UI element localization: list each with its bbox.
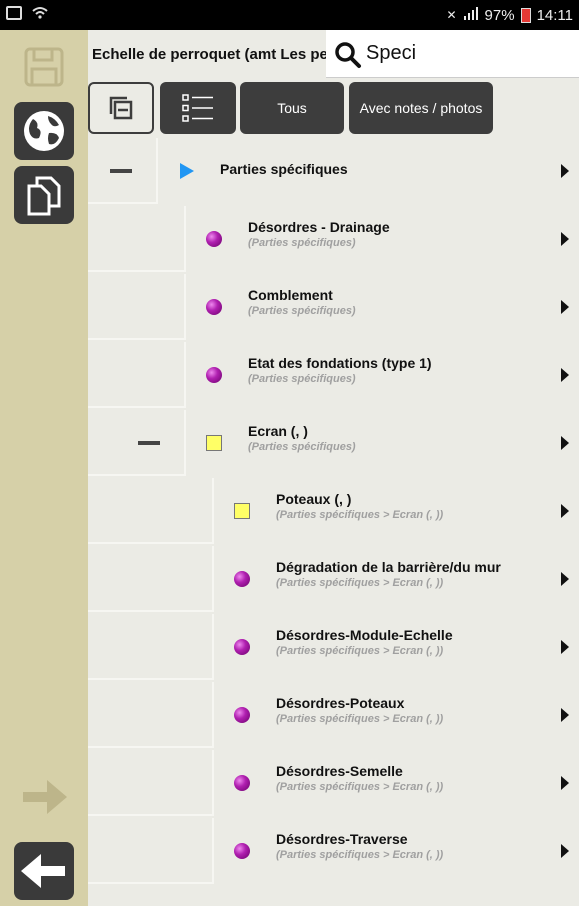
tree-row-path: (Parties spécifiques)	[248, 441, 356, 453]
tree-row-label: Désordres-Poteaux	[276, 695, 405, 711]
square-icon	[234, 503, 250, 519]
chevron-right-icon[interactable]	[561, 368, 569, 382]
sphere-icon	[234, 571, 250, 587]
tree-row[interactable]: Comblement (Parties spécifiques)	[88, 274, 579, 340]
chevron-right-icon[interactable]	[561, 300, 569, 314]
tree-row-path: (Parties spécifiques > Ecran (, ))	[276, 713, 444, 725]
clock: 14:11	[536, 6, 573, 24]
chevron-right-icon[interactable]	[561, 572, 569, 586]
tree-row-body	[184, 342, 579, 408]
search-box[interactable]	[326, 30, 579, 78]
filter-bar: Tous Avec notes / photos	[88, 82, 579, 138]
chevron-right-icon[interactable]	[561, 708, 569, 722]
collapse-view-button[interactable]	[88, 82, 154, 134]
sphere-icon	[234, 775, 250, 791]
wifi-icon	[32, 6, 48, 20]
sphere-icon	[234, 843, 250, 859]
tree-row-label: Parties spécifiques	[220, 161, 348, 177]
back-arrow-icon	[21, 854, 65, 888]
chevron-right-icon[interactable]	[561, 640, 569, 654]
copy-icon	[27, 176, 61, 216]
tree-row-path: (Parties spécifiques)	[248, 237, 356, 249]
tree-row[interactable]: Désordres-Semelle (Parties spécifiques > …	[88, 750, 579, 816]
tree-row[interactable]: Désordres-Module-Echelle (Parties spécifi…	[88, 614, 579, 680]
tree-row-path: (Parties spécifiques)	[248, 305, 356, 317]
globe-button[interactable]	[14, 102, 74, 160]
sphere-icon	[206, 231, 222, 247]
collapse-toggle[interactable]	[138, 441, 160, 445]
tree-row[interactable]: Désordres-Traverse (Parties spécifiques >…	[88, 818, 579, 884]
tree-row-path: (Parties spécifiques > Ecran (, ))	[276, 509, 444, 521]
forward-button[interactable]	[14, 768, 74, 826]
gallery-icon	[6, 6, 22, 20]
tree-row-path: (Parties spécifiques)	[248, 373, 356, 385]
sphere-icon	[206, 299, 222, 315]
status-left	[6, 6, 48, 20]
tree-row[interactable]: Désordres-Poteaux (Parties spécifiques > …	[88, 682, 579, 748]
tree-row-label: Comblement	[248, 287, 333, 303]
tree-row-label: Poteaux (, )	[276, 491, 352, 507]
copy-button[interactable]	[14, 166, 74, 224]
chevron-right-icon[interactable]	[561, 844, 569, 858]
tree-row-body	[184, 410, 579, 476]
tree-row-label: Désordres-Traverse	[276, 831, 408, 847]
filter-notes-button[interactable]: Avec notes / photos	[349, 82, 493, 134]
tree-row-label: Désordres-Semelle	[276, 763, 403, 779]
play-icon	[180, 163, 194, 179]
tree-row[interactable]: Ecran (, ) (Parties spécifiques)	[88, 410, 579, 476]
filter-all-button[interactable]: Tous	[240, 82, 344, 134]
tree-row[interactable]: Désordres - Drainage (Parties spécifiques…	[88, 206, 579, 272]
chevron-right-icon[interactable]	[561, 776, 569, 790]
sphere-icon	[206, 367, 222, 383]
chevron-right-icon[interactable]	[561, 232, 569, 246]
status-bar: ✕ 97% 14:11	[0, 0, 579, 30]
search-icon	[335, 42, 361, 68]
tree-row-path: (Parties spécifiques > Ecran (, ))	[276, 781, 444, 793]
tree-row-label: Dégradation de la barrière/du mur	[276, 559, 501, 575]
sphere-icon	[234, 707, 250, 723]
globe-icon	[24, 111, 64, 151]
forward-arrow-icon	[23, 780, 67, 814]
tree-row[interactable]: Etat des fondations (type 1) (Parties spé…	[88, 342, 579, 408]
tree-row-body	[184, 274, 579, 340]
sphere-icon	[234, 639, 250, 655]
search-input[interactable]	[366, 38, 566, 68]
back-button[interactable]	[14, 842, 74, 900]
tree-row[interactable]: Dégradation de la barrière/du mur (Partie…	[88, 546, 579, 612]
tree-row-body	[184, 206, 579, 272]
chevron-right-icon[interactable]	[561, 164, 569, 178]
tree-row-label: Etat des fondations (type 1)	[248, 355, 432, 371]
battery-icon	[520, 7, 531, 23]
square-icon	[206, 435, 222, 451]
sidebar	[0, 30, 88, 906]
save-icon	[24, 47, 64, 87]
tree-row-path: (Parties spécifiques > Ecran (, ))	[276, 849, 444, 861]
tree-row-label: Ecran (, )	[248, 423, 308, 439]
save-button[interactable]	[14, 38, 74, 96]
list-icon	[182, 94, 213, 122]
top-bar: Echelle de perroquet (amt Les petits Boi…	[88, 30, 579, 80]
app: Echelle de perroquet (amt Les petits Boi…	[0, 30, 579, 906]
collapse-icon	[109, 96, 133, 120]
tree-row[interactable]: Poteaux (, ) (Parties spécifiques > Ecran…	[88, 478, 579, 544]
signal-icon	[463, 6, 479, 24]
chevron-right-icon[interactable]	[561, 436, 569, 450]
tree-row-label: Désordres-Module-Echelle	[276, 627, 453, 643]
collapse-toggle[interactable]	[110, 169, 132, 173]
battery-percent: 97%	[484, 6, 515, 24]
list-view-button[interactable]	[160, 82, 236, 134]
tree-row-path: (Parties spécifiques > Ecran (, ))	[276, 577, 444, 589]
chevron-right-icon[interactable]	[561, 504, 569, 518]
tree-row-label: Désordres - Drainage	[248, 219, 390, 235]
status-right: ✕ 97% 14:11	[446, 6, 573, 24]
tree-row-path: (Parties spécifiques > Ecran (, ))	[276, 645, 444, 657]
tree-row[interactable]: Parties spécifiques	[88, 138, 579, 204]
mute-icon: ✕	[446, 8, 457, 22]
